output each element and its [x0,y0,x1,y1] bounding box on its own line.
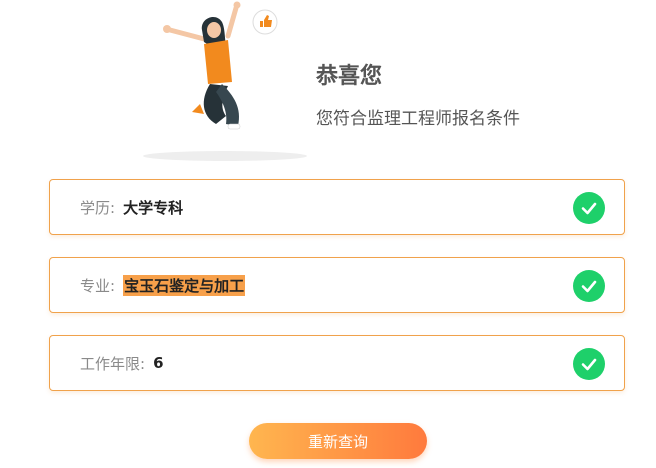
thumbs-up-icon [252,9,278,35]
result-subtitle: 您符合监理工程师报名条件 [316,109,520,129]
criteria-label: 专业: [80,276,116,295]
criteria-card-work-years: 工作年限: 6 [49,335,625,391]
check-circle-icon [573,192,605,224]
criteria-card-education: 学历: 大学专科 [49,179,625,235]
criteria-value: 大学专科 [123,198,184,217]
criteria-card-major: 专业: 宝玉石鉴定与加工 [49,257,625,313]
celebration-illustration [143,1,307,161]
requery-button[interactable]: 重新查询 [249,423,427,459]
check-circle-icon [573,348,605,380]
criteria-label: 工作年限: [80,354,146,373]
result-title: 恭喜您 [316,64,383,89]
criteria-value-highlighted: 宝玉石鉴定与加工 [123,274,246,296]
check-circle-icon [573,270,605,302]
criteria-label: 学历: [80,198,116,217]
criteria-value: 6 [153,354,164,372]
result-hero: 恭喜您 您符合监理工程师报名条件 [0,0,656,180]
result-caption: 恭喜您 您符合监理工程师报名条件 [316,58,520,129]
